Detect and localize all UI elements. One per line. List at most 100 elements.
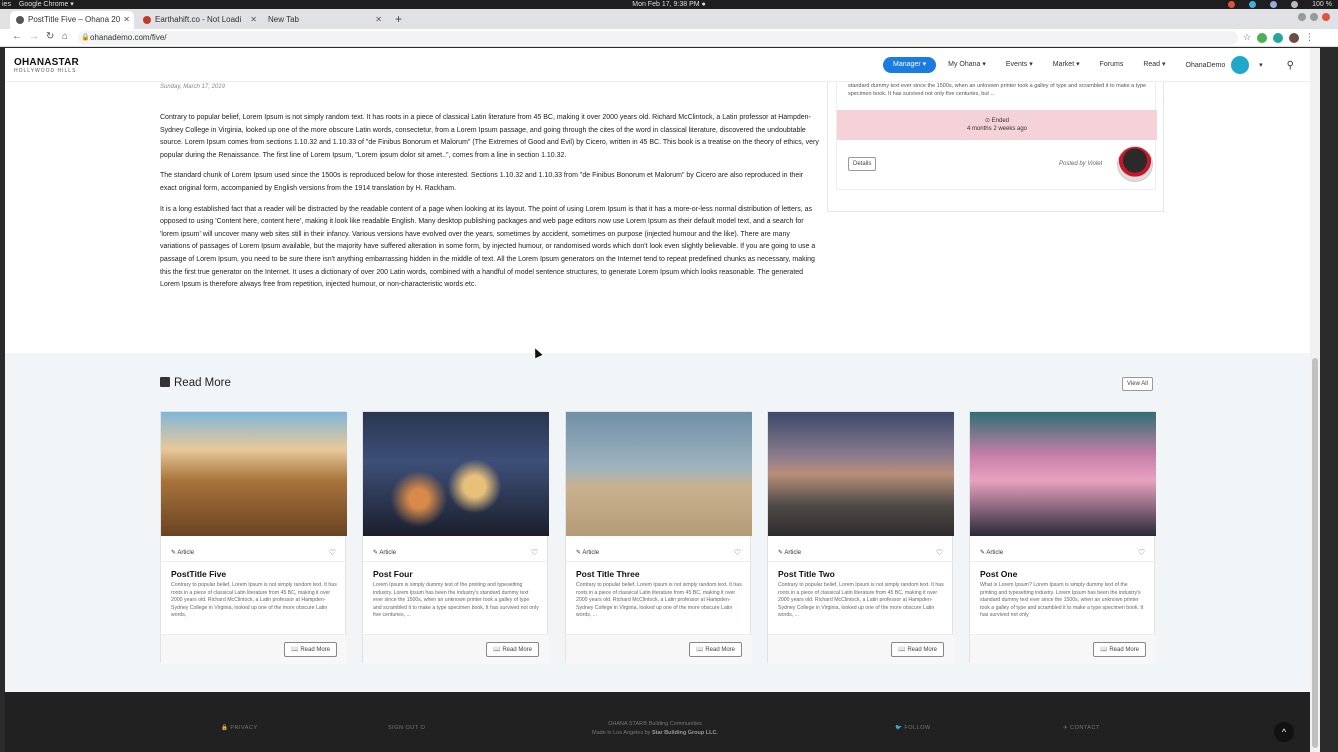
post-card[interactable]: ✎ Article ♡ PostTitle Five Contrary to p… [160, 411, 347, 664]
read-more-button[interactable]: 📖 Read More [891, 642, 944, 657]
scroll-to-top-button[interactable]: ^ [1274, 722, 1294, 742]
logo-main: OHANASTAR [14, 57, 79, 68]
volume-icon[interactable] [1291, 1, 1299, 8]
nav-read[interactable]: Read ▾ [1133, 57, 1175, 73]
wifi-icon[interactable] [1270, 1, 1278, 8]
extension-icon[interactable] [1257, 32, 1267, 43]
heart-icon[interactable]: ♡ [936, 548, 943, 557]
event-sidebar: standard dummy text ever since the 1500s… [827, 82, 1164, 212]
post-type: ✎ Article [171, 550, 195, 556]
read-more-button[interactable]: 📖 Read More [689, 642, 742, 657]
battery-indicator[interactable]: 100 % [1312, 0, 1332, 9]
heart-icon[interactable]: ♡ [1138, 548, 1145, 557]
details-button[interactable]: Details [848, 157, 877, 171]
forward-arrow-icon[interactable]: → [29, 31, 39, 42]
section-title: Read More [160, 377, 231, 389]
post-image[interactable] [161, 412, 347, 536]
post-title[interactable]: Post Title Two [778, 569, 835, 579]
post-excerpt: Contrary to popular belief, Lorem Ipsum … [778, 582, 944, 619]
post-excerpt: Contrary to popular belief, Lorem Ipsum … [576, 582, 742, 619]
logo-sub: HOLLYWOOD HILLS [14, 68, 77, 74]
maximize-icon[interactable] [1310, 13, 1318, 21]
new-tab-plus-icon[interactable]: + [395, 11, 402, 27]
nav-manager[interactable]: Manager ▾ [883, 57, 937, 73]
profile-avatar[interactable] [1289, 32, 1299, 43]
minimize-icon[interactable] [1298, 13, 1306, 21]
view-all-button[interactable]: View All [1122, 377, 1153, 391]
article-paragraph: It is a long established fact that a rea… [160, 205, 816, 289]
read-more-section: Read More View All ✎ Article ♡ PostTitle… [5, 353, 1310, 693]
os-top-bar: ies Google Chrome ▾ Mon Feb 17, 9:38 PM … [0, 0, 1338, 9]
heart-icon[interactable]: ♡ [734, 548, 741, 557]
close-icon[interactable]: ✕ [375, 11, 382, 29]
post-title[interactable]: Post One [980, 569, 1017, 579]
tab-new-tab[interactable]: New Tab ✕ [262, 11, 386, 29]
article-paragraph: The standard chunk of Lorem Ipsum used s… [160, 172, 804, 192]
url-input[interactable]: 🔒 ohanademo.com/five/ [78, 31, 1238, 45]
event-card: standard dummy text ever since the 1500s… [836, 82, 1157, 190]
post-card[interactable]: ✎ Article ♡ Post Four Lorem Ipsum is sim… [362, 411, 549, 664]
scrollbar-thumb[interactable] [1312, 358, 1318, 748]
back-arrow-icon[interactable]: ← [12, 31, 22, 42]
post-card[interactable]: ✎ Article ♡ Post One What is Lorem Ipsum… [969, 411, 1156, 664]
author-avatar[interactable] [1117, 146, 1153, 182]
read-more-button[interactable]: 📖 Read More [486, 642, 539, 657]
calendar-icon [160, 377, 170, 387]
cloud-icon[interactable] [1249, 1, 1257, 8]
post-type: ✎ Article [373, 550, 397, 556]
page-scrollbar[interactable] [1310, 48, 1320, 752]
footer-contact-link[interactable]: ✈ CONTACT [1063, 725, 1100, 731]
post-type: ✎ Article [980, 550, 1004, 556]
extension-icon[interactable] [1273, 32, 1283, 43]
post-excerpt: Lorem Ipsum is simply dummy text of the … [373, 582, 539, 619]
post-card[interactable]: ✎ Article ♡ Post Title Two Contrary to p… [767, 411, 954, 664]
record-icon[interactable] [1228, 1, 1236, 8]
post-image[interactable] [970, 412, 1156, 536]
tab-posttitle-five[interactable]: PostTitle Five – Ohana 20 ✕ [10, 11, 134, 29]
site-footer: 🔒 PRIVACY SIGN OUT ⏻ OHANA STAR® Buildin… [5, 692, 1310, 752]
heart-icon[interactable]: ♡ [329, 548, 336, 557]
post-image[interactable] [363, 412, 549, 536]
reload-icon[interactable]: ↻ [46, 31, 54, 42]
lock-icon[interactable]: 🔒 [81, 31, 90, 45]
footer-privacy-link[interactable]: 🔒 PRIVACY [221, 725, 258, 731]
read-more-button[interactable]: 📖 Read More [284, 642, 337, 657]
company-link[interactable]: Star Building Group LLC. [652, 730, 718, 736]
read-more-button[interactable]: 📖 Read More [1093, 642, 1146, 657]
card-footer: 📖 Read More [768, 634, 954, 664]
heart-icon[interactable]: ♡ [531, 548, 538, 557]
footer-follow-link[interactable]: 🐦 FOLLOW [895, 725, 931, 731]
bookmark-star-icon[interactable]: ☆ [1243, 32, 1251, 43]
post-title[interactable]: Post Title Three [576, 569, 640, 579]
nav-market[interactable]: Market ▾ [1043, 57, 1090, 73]
close-icon[interactable]: ✕ [250, 11, 257, 29]
divider [363, 561, 549, 562]
search-icon[interactable]: ⚲ [1287, 60, 1294, 71]
nav-my-ohana[interactable]: My Ohana ▾ [938, 57, 996, 73]
nav-user-menu[interactable]: OhanaDemo ▾ [1176, 56, 1273, 74]
browser-tab-strip: PostTitle Five – Ohana 20 ✕ Earthahift.c… [0, 9, 1338, 29]
site-header: OHANASTAR HOLLYWOOD HILLS Manager ▾ My O… [5, 48, 1310, 82]
nav-forums[interactable]: Forums [1090, 57, 1134, 73]
close-icon[interactable]: ✕ [123, 11, 130, 29]
tab-earthahift[interactable]: Earthahift.co - Not Loadi ✕ [137, 11, 261, 29]
tab-label: New Tab [268, 15, 299, 24]
post-type: ✎ Article [576, 550, 600, 556]
footer-made-in: Made in Los Angeles by Star Building Gro… [592, 730, 718, 736]
site-favicon-icon [143, 16, 151, 24]
post-image[interactable] [768, 412, 954, 536]
browser-menu-icon[interactable]: ⋮ [1305, 32, 1314, 43]
window-close-icon[interactable] [1322, 13, 1330, 21]
home-icon[interactable]: ⌂ [62, 31, 68, 42]
nav-events[interactable]: Events ▾ [996, 57, 1043, 73]
post-card[interactable]: ✎ Article ♡ Post Title Three Contrary to… [565, 411, 752, 664]
os-clock[interactable]: Mon Feb 17, 9:38 PM ● [0, 0, 1338, 9]
post-title[interactable]: PostTitle Five [171, 569, 226, 579]
site-logo[interactable]: OHANASTAR HOLLYWOOD HILLS [14, 57, 79, 74]
tab-label: PostTitle Five – Ohana 20 [28, 15, 121, 24]
post-image[interactable] [566, 412, 752, 536]
footer-signout-link[interactable]: SIGN OUT ⏻ [388, 725, 425, 732]
posted-by[interactable]: Posted by Violet [1059, 161, 1102, 167]
post-title[interactable]: Post Four [373, 569, 413, 579]
post-type: ✎ Article [778, 550, 802, 556]
